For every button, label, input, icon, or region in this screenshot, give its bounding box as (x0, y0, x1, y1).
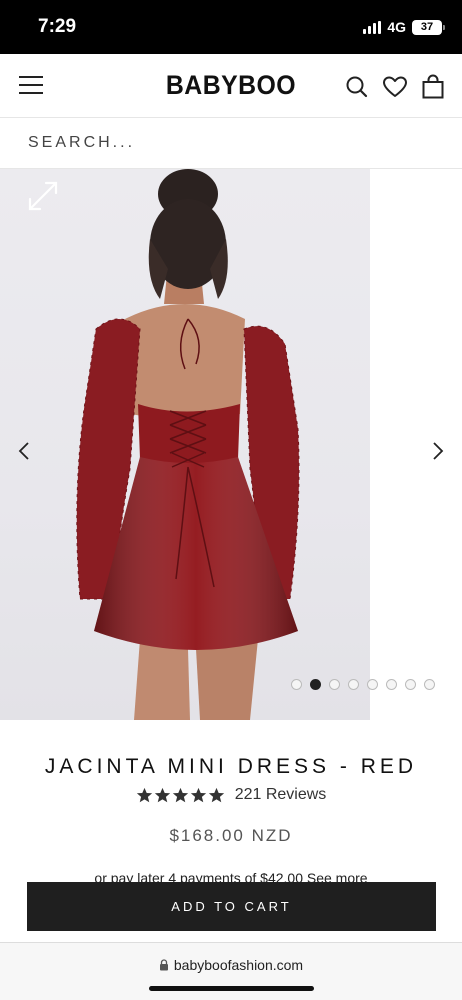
search-icon[interactable] (344, 74, 370, 100)
signal-icon (363, 20, 382, 34)
add-to-cart-button[interactable]: ADD TO CART (27, 882, 436, 931)
chevron-left-icon[interactable] (14, 439, 34, 463)
status-indicators: 4G 37 (363, 19, 445, 35)
network-type: 4G (387, 19, 406, 35)
expand-icon[interactable] (26, 179, 60, 213)
product-image[interactable] (0, 169, 370, 720)
gallery-dot[interactable] (329, 679, 340, 690)
chevron-right-icon[interactable] (428, 439, 448, 463)
url-text: babyboofashion.com (173, 957, 304, 973)
gallery-dot[interactable] (405, 679, 416, 690)
gallery-dot[interactable] (367, 679, 378, 690)
star-icon (208, 787, 224, 802)
status-bar: 7:29 4G 37 (0, 0, 462, 54)
search-input[interactable] (0, 118, 462, 168)
product-gallery[interactable] (0, 169, 462, 720)
gallery-dot[interactable] (424, 679, 435, 690)
heart-icon[interactable] (382, 74, 408, 100)
gallery-dot[interactable] (348, 679, 359, 690)
search-bar (0, 118, 462, 169)
site-header: BABYBOO (0, 54, 462, 118)
gallery-dot[interactable] (291, 679, 302, 690)
bag-icon[interactable] (420, 74, 446, 100)
gallery-dot-active[interactable] (310, 679, 321, 690)
lock-icon (159, 959, 168, 971)
reviews-link[interactable]: 221 Reviews (235, 786, 327, 804)
product-rating[interactable]: 221 Reviews (0, 786, 462, 804)
gallery-dot[interactable] (386, 679, 397, 690)
brand-logo[interactable]: BABYBOO (18, 70, 443, 101)
star-icon (190, 787, 206, 802)
star-icon (154, 787, 170, 802)
browser-url-bar: babyboofashion.com (0, 942, 462, 1000)
star-rating (136, 787, 225, 804)
star-icon (172, 787, 188, 802)
battery-icon: 37 (412, 19, 445, 35)
url-field[interactable]: babyboofashion.com (0, 957, 462, 973)
status-time: 7:29 (38, 16, 77, 37)
dress-model-illustration (76, 169, 300, 720)
gallery-dots (291, 679, 435, 690)
star-icon (136, 787, 152, 802)
product-title: JACINTA MINI DRESS - RED (44, 755, 418, 778)
product-price: $168.00 NZD (169, 826, 293, 845)
home-indicator[interactable] (149, 986, 314, 991)
